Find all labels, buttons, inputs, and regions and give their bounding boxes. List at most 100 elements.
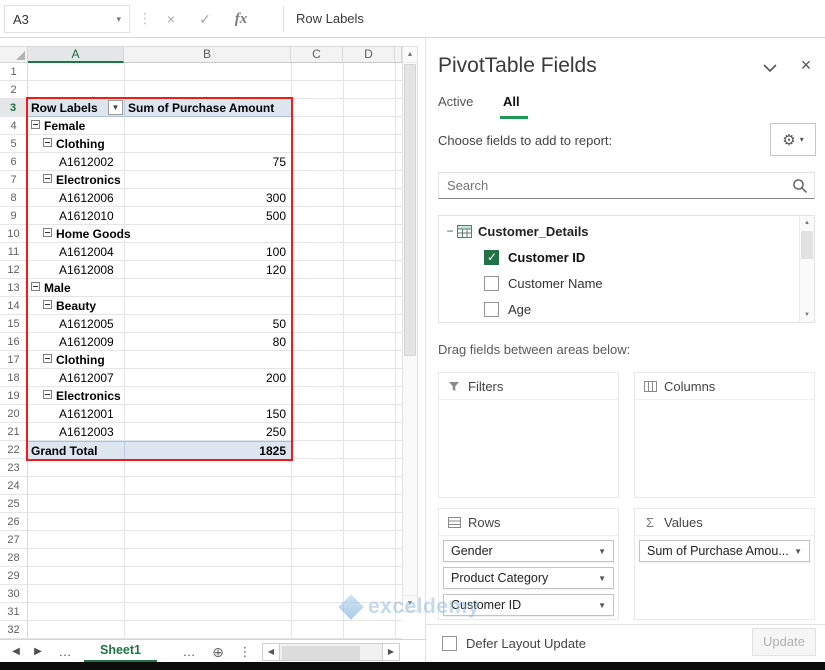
collapse-icon[interactable]	[43, 174, 52, 183]
cell-A17[interactable]: Clothing	[28, 351, 124, 369]
row-header-6[interactable]: 6	[0, 153, 28, 171]
field-table-row[interactable]: − Customer_Details	[439, 218, 814, 244]
row-header-31[interactable]: 31	[0, 603, 28, 621]
filters-drop-zone[interactable]	[439, 400, 618, 408]
tab-active[interactable]: Active	[438, 94, 473, 109]
pane-options-button[interactable]	[762, 62, 780, 76]
row-header-23[interactable]: 23	[0, 459, 28, 477]
row-header-32[interactable]: 32	[0, 621, 28, 639]
cell-B15[interactable]: 50	[124, 315, 291, 333]
row-header-3[interactable]: 3	[0, 99, 28, 117]
row-header-7[interactable]: 7	[0, 171, 28, 189]
dropdown-icon[interactable]: ▼	[598, 547, 606, 556]
collapse-icon[interactable]	[43, 138, 52, 147]
insert-function-button[interactable]: fx	[228, 6, 254, 32]
field-list-scrollbar[interactable]: ▲ ▼	[799, 216, 814, 322]
scroll-down-icon[interactable]: ▼	[800, 308, 814, 322]
sheet-tab-sheet1[interactable]: Sheet1	[84, 640, 157, 663]
cell-A18[interactable]: A1612007	[28, 369, 124, 387]
select-all-button[interactable]	[0, 46, 28, 63]
cell-A5[interactable]: Clothing	[28, 135, 124, 153]
sheet-nav-left-icon[interactable]: ◀	[8, 640, 24, 664]
cancel-button[interactable]: ×	[158, 6, 184, 32]
vertical-scrollbar[interactable]: ▲ ▼	[402, 46, 418, 612]
row-header-10[interactable]: 10	[0, 225, 28, 243]
cell-B16[interactable]: 80	[124, 333, 291, 351]
row-header-1[interactable]: 1	[0, 63, 28, 81]
dropdown-icon[interactable]: ▼	[598, 574, 606, 583]
row-header-14[interactable]: 14	[0, 297, 28, 315]
name-box-dropdown-icon[interactable]: ▾	[116, 14, 121, 25]
cell-A21[interactable]: A1612003	[28, 423, 124, 441]
cell-A11[interactable]: A1612004	[28, 243, 124, 261]
rows-drop-zone[interactable]: Gender ▼ Product Category ▼ Customer ID ▼	[439, 536, 618, 625]
formula-input[interactable]: Row Labels	[296, 0, 364, 38]
cell-B18[interactable]: 200	[124, 369, 291, 387]
sheet-nav-right-icon[interactable]: ▶	[30, 640, 46, 664]
search-input[interactable]	[438, 172, 815, 199]
cell-B20[interactable]: 150	[124, 405, 291, 423]
col-header-C[interactable]: C	[291, 46, 343, 63]
col-header-B[interactable]: B	[124, 46, 291, 63]
row-header-30[interactable]: 30	[0, 585, 28, 603]
cell-A9[interactable]: A1612010	[28, 207, 124, 225]
tab-all[interactable]: All	[503, 94, 520, 109]
tab-menu-icon[interactable]: ⋮	[238, 640, 252, 664]
values-field-0[interactable]: Sum of Purchase Amou... ▼	[639, 540, 810, 562]
row-header-20[interactable]: 20	[0, 405, 28, 423]
row-header-2[interactable]: 2	[0, 81, 28, 99]
scrollbar-thumb[interactable]	[404, 64, 416, 356]
cell-B8[interactable]: 300	[124, 189, 291, 207]
row-header-15[interactable]: 15	[0, 315, 28, 333]
row-header-17[interactable]: 17	[0, 351, 28, 369]
enter-button[interactable]: ✓	[192, 6, 218, 32]
cell-A15[interactable]: A1612005	[28, 315, 124, 333]
cell-A19[interactable]: Electronics	[28, 387, 124, 405]
collapse-icon[interactable]	[43, 354, 52, 363]
dropdown-icon[interactable]: ▼	[794, 547, 802, 556]
cell-B22[interactable]: 1825	[124, 442, 291, 460]
scroll-down-icon[interactable]: ▼	[403, 595, 417, 611]
scroll-up-icon[interactable]: ▲	[800, 216, 814, 230]
cell-A6[interactable]: A1612002	[28, 153, 124, 171]
row-header-12[interactable]: 12	[0, 261, 28, 279]
cell-B3[interactable]: Sum of Purchase Amount	[124, 99, 291, 117]
defer-layout-checkbox[interactable]	[442, 636, 457, 651]
scroll-up-icon[interactable]: ▲	[403, 47, 417, 63]
rows-field-0[interactable]: Gender ▼	[443, 540, 614, 562]
cell-A4[interactable]: Female	[28, 117, 124, 135]
col-header-A[interactable]: A	[28, 46, 124, 63]
cell-B9[interactable]: 500	[124, 207, 291, 225]
update-button[interactable]: Update	[752, 628, 816, 656]
row-header-18[interactable]: 18	[0, 369, 28, 387]
scrollbar-track[interactable]	[280, 643, 382, 661]
row-header-19[interactable]: 19	[0, 387, 28, 405]
checkbox-unchecked[interactable]	[484, 301, 499, 317]
tools-button[interactable]: ⚙ ▾	[770, 123, 816, 156]
row-header-4[interactable]: 4	[0, 117, 28, 135]
row-header-11[interactable]: 11	[0, 243, 28, 261]
collapse-icon[interactable]	[43, 228, 52, 237]
collapse-icon[interactable]	[43, 390, 52, 399]
scrollbar-thumb[interactable]	[282, 646, 360, 660]
row-header-26[interactable]: 26	[0, 513, 28, 531]
row-header-24[interactable]: 24	[0, 477, 28, 495]
cell-A7[interactable]: Electronics	[28, 171, 124, 189]
name-box[interactable]: A3 ▾	[4, 5, 130, 33]
checkbox-unchecked[interactable]	[484, 275, 499, 291]
cell-A8[interactable]: A1612006	[28, 189, 124, 207]
cell-A16[interactable]: A1612009	[28, 333, 124, 351]
row-header-13[interactable]: 13	[0, 279, 28, 297]
scrollbar-thumb[interactable]	[801, 231, 813, 259]
tab-overflow-left-icon[interactable]: …	[56, 640, 74, 664]
field-item-customer-name[interactable]: Customer Name	[439, 270, 814, 296]
collapse-icon[interactable]	[31, 120, 40, 129]
cell-A13[interactable]: Male	[28, 279, 124, 297]
cell-A22[interactable]: Grand Total	[28, 442, 124, 460]
scroll-left-icon[interactable]: ◀	[262, 643, 280, 661]
row-header-25[interactable]: 25	[0, 495, 28, 513]
values-drop-zone[interactable]: Sum of Purchase Amou... ▼	[635, 536, 814, 571]
cell-A20[interactable]: A1612001	[28, 405, 124, 423]
checkbox-checked[interactable]	[484, 249, 499, 265]
close-button[interactable]: ×	[796, 54, 816, 76]
